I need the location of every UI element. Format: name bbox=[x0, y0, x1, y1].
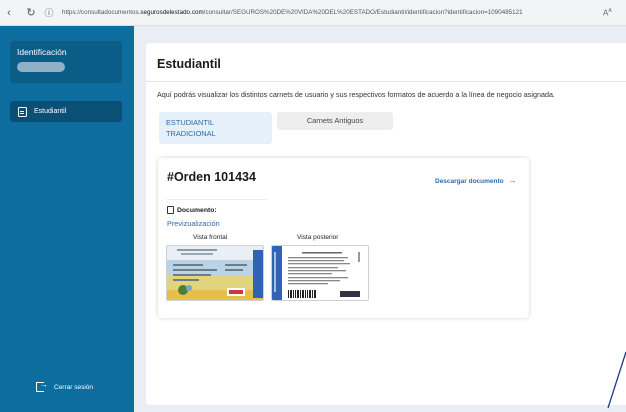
app: Identificación Estudiantil Cerrar sesión… bbox=[0, 26, 626, 412]
document-divider bbox=[167, 199, 267, 200]
logout-button[interactable]: Cerrar sesión bbox=[36, 380, 94, 392]
card-front-image bbox=[167, 246, 263, 300]
browser-toolbar: ‹ ↻ ⓘ https://consultadocumentos.seguros… bbox=[0, 0, 626, 26]
back-icon[interactable]: ‹ bbox=[2, 7, 16, 19]
site-info-icon[interactable]: ⓘ bbox=[42, 6, 56, 19]
decorative-stroke bbox=[607, 351, 626, 409]
arrow-right-icon: → bbox=[508, 176, 517, 185]
page-title: Estudiantil bbox=[157, 57, 221, 71]
preview-link[interactable]: Previzualización bbox=[167, 219, 220, 228]
title-divider bbox=[146, 81, 626, 82]
document-heading: Documento: bbox=[167, 206, 217, 214]
logout-icon bbox=[36, 380, 48, 392]
order-card: #Orden 101434 Descargar documento → Docum… bbox=[158, 158, 529, 318]
main-panel: Estudiantil Aquí podrás visualizar los d… bbox=[146, 43, 626, 405]
card-back-thumbnail[interactable] bbox=[271, 245, 369, 301]
card-front-thumbnail[interactable] bbox=[166, 245, 264, 301]
reader-mode-icon[interactable]: AA bbox=[603, 8, 612, 18]
download-document-link[interactable]: Descargar documento → bbox=[435, 176, 517, 185]
tab-estudiantil-tradicional[interactable]: ESTUDIANTIL TRADICIONAL bbox=[159, 112, 272, 144]
back-view-caption: Vista posterior bbox=[297, 234, 339, 241]
sidebar-item-label: Estudiantil bbox=[34, 108, 67, 115]
address-bar[interactable]: https://consultadocumentos.segurosdelest… bbox=[62, 9, 597, 16]
order-number: #Orden 101434 bbox=[167, 170, 256, 184]
page-description: Aquí podrás visualizar los distintos car… bbox=[157, 90, 555, 99]
identification-title: Identificación bbox=[17, 47, 67, 57]
tab-label-line1: ESTUDIANTIL bbox=[166, 118, 215, 127]
tab-label-line2: TRADICIONAL bbox=[166, 129, 216, 138]
identification-card: Identificación bbox=[10, 41, 122, 83]
document-icon bbox=[18, 106, 27, 117]
card-back-image bbox=[272, 246, 368, 300]
sidebar: Identificación Estudiantil Cerrar sesión bbox=[0, 26, 134, 412]
reload-icon[interactable]: ↻ bbox=[24, 6, 38, 19]
tab-carnets-antiguos[interactable]: Carnets Antiguos bbox=[277, 112, 393, 130]
identification-value-redacted bbox=[17, 62, 65, 72]
document-label: Documento: bbox=[177, 206, 217, 214]
logout-label: Cerrar sesión bbox=[54, 383, 94, 391]
sidebar-item-estudiantil[interactable]: Estudiantil bbox=[10, 101, 122, 122]
document-icon bbox=[167, 206, 174, 214]
front-view-caption: Vista frontal bbox=[193, 234, 228, 241]
download-label: Descargar documento bbox=[435, 178, 504, 185]
